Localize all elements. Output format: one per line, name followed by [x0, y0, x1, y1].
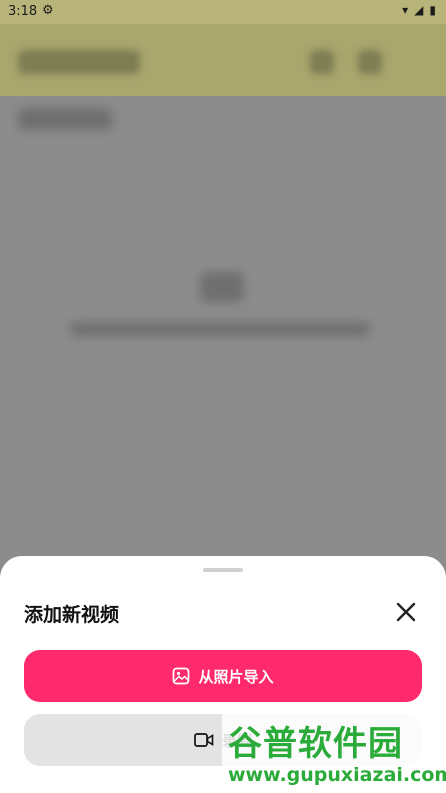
close-icon	[396, 602, 416, 622]
blurred-empty-icon	[200, 272, 244, 302]
sheet-drag-handle[interactable]	[203, 568, 243, 572]
photo-icon	[173, 667, 190, 685]
background-header	[0, 24, 446, 96]
blurred-title	[18, 50, 140, 74]
settings-gear-icon: ⚙	[42, 3, 54, 18]
sheet-title: 添加新视频	[24, 604, 120, 626]
import-from-photos-button[interactable]: 从照片导入	[24, 650, 422, 702]
signal-icon: ◢	[414, 3, 424, 17]
video-camera-icon	[194, 733, 214, 747]
status-icons: ▾ ◢ ▮	[402, 3, 436, 17]
blurred-header-icon	[310, 50, 334, 74]
blurred-label	[18, 108, 112, 130]
blurred-header-icon	[358, 50, 382, 74]
watermark-title: 谷普软件园	[228, 724, 403, 764]
wifi-icon: ▾	[402, 3, 409, 17]
status-time: 3:18	[8, 4, 38, 19]
close-button[interactable]	[392, 598, 420, 626]
blurred-empty-text	[70, 322, 370, 336]
status-bar: 3:18 ⚙ ▾ ◢ ▮	[0, 0, 446, 24]
import-button-label: 从照片导入	[198, 667, 274, 686]
battery-icon: ▮	[429, 3, 436, 17]
watermark-url: www.gupuxiazai.com	[228, 764, 446, 786]
watermark: 谷普软件园 www.gupuxiazai.com	[222, 714, 446, 793]
